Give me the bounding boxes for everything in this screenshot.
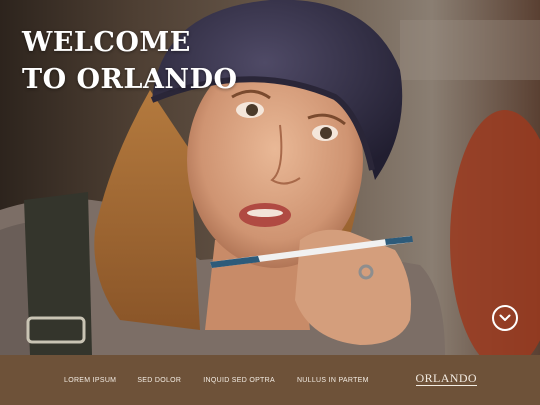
- footer-bar: LOREM IPSUM SED DOLOR INQUID SED OPTRA N…: [0, 355, 540, 405]
- page-headline: WELCOME TO ORLANDO: [22, 24, 238, 98]
- headline-line-2: TO ORLANDO: [22, 64, 238, 95]
- scroll-down-button[interactable]: [492, 305, 518, 331]
- nav-link-lorem-ipsum[interactable]: LOREM IPSUM: [64, 377, 116, 384]
- nav-link-inquid-sed-optra[interactable]: INQUID SED OPTRA: [203, 377, 275, 384]
- footer-nav: LOREM IPSUM SED DOLOR INQUID SED OPTRA N…: [64, 355, 369, 405]
- nav-link-sed-dolor[interactable]: SED DOLOR: [137, 377, 181, 384]
- nav-link-nullus-in-partem[interactable]: NULLUS IN PARTEM: [297, 377, 369, 384]
- headline-line-1: WELCOME: [22, 27, 191, 58]
- chevron-down-icon: [499, 314, 511, 321]
- brand-logo[interactable]: ORLANDO: [415, 372, 477, 386]
- page: WELCOME TO ORLANDO LOREM IPSUM SED DOLOR…: [0, 0, 540, 405]
